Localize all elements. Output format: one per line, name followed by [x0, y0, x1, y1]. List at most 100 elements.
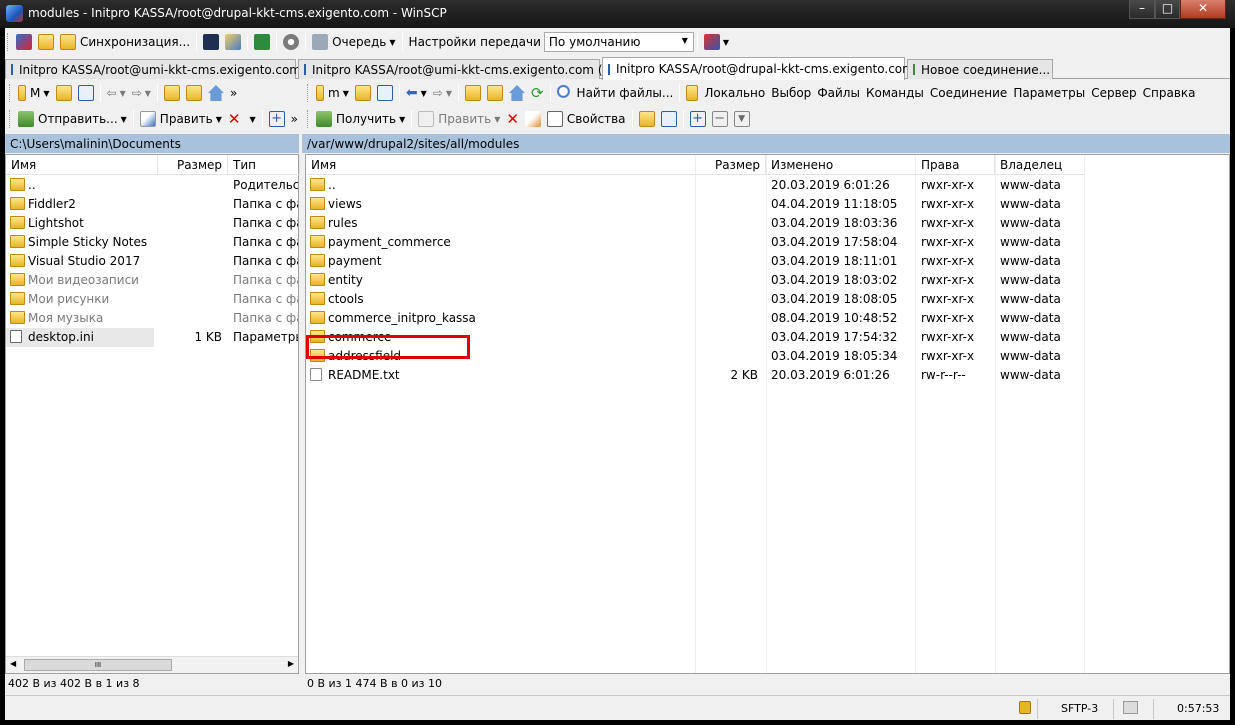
tab-session-umi[interactable]: Initpro KASSA/root@umi-kkt-cms.exigento.…: [5, 59, 301, 79]
menu-files[interactable]: Файлы: [814, 82, 863, 104]
right-col-modified[interactable]: Изменено: [766, 155, 916, 175]
putty-icon[interactable]: [222, 31, 244, 53]
right-home-icon[interactable]: [506, 82, 528, 104]
table-row[interactable]: Lightshot Папка с фа: [6, 214, 298, 233]
menu-options[interactable]: Параметры: [1010, 82, 1088, 104]
table-row[interactable]: Visual Studio 2017 Папка с фа: [6, 252, 298, 271]
file-modified: 03.04.2019 18:08:05: [771, 292, 898, 306]
tab-new-connection[interactable]: Новое соединение...: [907, 59, 1053, 79]
table-row[interactable]: desktop.ini 1 KB Параметры: [6, 328, 298, 347]
left-col-name[interactable]: Имя: [6, 155, 158, 175]
tab-session-umi-2[interactable]: Initpro KASSA/root@umi-kkt-cms.exigento.…: [298, 59, 615, 79]
left-drive-selector[interactable]: M ▼: [15, 82, 53, 104]
left-col-type[interactable]: Тип: [228, 155, 300, 175]
left-back-icon[interactable]: ⇦ ▼: [104, 82, 129, 104]
table-row[interactable]: ctools 03.04.2019 18:08:05 rwxr-xr-x www-da…: [306, 290, 1229, 309]
synchronize-button[interactable]: Синхронизация...: [57, 31, 193, 53]
left-home-icon[interactable]: [205, 82, 227, 104]
left-scroll-thumb[interactable]: III: [24, 659, 172, 671]
left-more-icon-2[interactable]: »: [288, 108, 301, 130]
right-refresh-icon[interactable]: ⟳: [528, 82, 547, 104]
monitor-icon: [304, 64, 306, 75]
refresh-icon[interactable]: [251, 31, 273, 53]
folder-icon: [310, 254, 325, 267]
table-row[interactable]: Мои рисунки Папка с фа: [6, 290, 298, 309]
upload-button[interactable]: Отправить... ▼: [15, 108, 130, 130]
transfer-settings-select[interactable]: По умолчанию ▼: [543, 32, 694, 52]
file-owner: www-data: [1000, 197, 1061, 211]
table-row[interactable]: entity 03.04.2019 18:03:02 rwxr-xr-x www-da…: [306, 271, 1229, 290]
file-type: Папка с фа: [233, 235, 298, 249]
table-row[interactable]: payment 03.04.2019 18:11:01 rwxr-xr-x www-d…: [306, 252, 1229, 271]
transfer-preset-icon[interactable]: ▼: [701, 31, 732, 53]
right-tree-icon[interactable]: [683, 82, 701, 104]
right-rename-icon[interactable]: [522, 108, 544, 130]
table-row[interactable]: Fiddler2 Папка с фа: [6, 195, 298, 214]
table-row[interactable]: payment_commerce 03.04.2019 17:58:04 rwxr-…: [306, 233, 1229, 252]
remote-file-list[interactable]: Имя Размер Изменено Права Владелец .. 20.…: [305, 154, 1230, 674]
table-row[interactable]: views 04.04.2019 11:18:05 rwxr-xr-x www-dat…: [306, 195, 1229, 214]
find-files-button[interactable]: Найти файлы...: [554, 82, 677, 104]
table-row[interactable]: README.txt 2 KB 20.03.2019 6:01:26 rw-r--r-…: [306, 366, 1229, 385]
close-button[interactable]: ✕: [1180, 0, 1226, 19]
minimize-button[interactable]: –: [1129, 0, 1155, 19]
table-row[interactable]: Simple Sticky Notes Папка с фа: [6, 233, 298, 252]
queue-button[interactable]: Очередь ▼: [309, 31, 398, 53]
right-col-name[interactable]: Имя: [306, 155, 696, 175]
left-forward-icon[interactable]: ⇨ ▼: [129, 82, 154, 104]
right-col-size[interactable]: Размер: [696, 155, 766, 175]
console-icon[interactable]: [200, 31, 222, 53]
right-new-folder-icon[interactable]: [636, 108, 658, 130]
left-parent-dir-icon[interactable]: [161, 82, 183, 104]
right-root-dir-icon[interactable]: [484, 82, 506, 104]
right-back-icon[interactable]: ⬅ ▼: [403, 82, 430, 104]
left-filter-icon[interactable]: [75, 82, 97, 104]
properties-button[interactable]: Свойства: [544, 108, 629, 130]
left-horizontal-scrollbar[interactable]: ◀ III ▶: [6, 656, 298, 673]
right-open-folder-icon[interactable]: [352, 82, 374, 104]
menu-local[interactable]: Локально: [701, 82, 768, 104]
file-type: Папка с фа: [233, 292, 298, 306]
left-new-icon[interactable]: +: [266, 108, 288, 130]
local-browse-icon[interactable]: [35, 31, 57, 53]
right-filter-select-icon[interactable]: ▼: [731, 108, 753, 130]
right-parent-dir-icon[interactable]: [462, 82, 484, 104]
left-rename-icon[interactable]: ▼: [243, 108, 258, 130]
local-file-list[interactable]: Имя Размер Тип .. Родительск Fiddler2 Папка…: [5, 154, 300, 674]
right-filter-icon[interactable]: [374, 82, 396, 104]
right-delete-icon[interactable]: ✕: [503, 108, 522, 130]
right-col-owner[interactable]: Владелец: [995, 155, 1085, 175]
table-row[interactable]: rules 03.04.2019 18:03:36 rwxr-xr-x www-dat…: [306, 214, 1229, 233]
right-edit-button[interactable]: Править ▼: [415, 108, 503, 130]
folder-icon: [10, 254, 25, 267]
right-select-all-icon[interactable]: +: [687, 108, 709, 130]
file-name: rules: [328, 216, 358, 230]
menu-commands[interactable]: Команды: [863, 82, 927, 104]
menu-select[interactable]: Выбор: [768, 82, 814, 104]
menu-help[interactable]: Справка: [1140, 82, 1199, 104]
new-session-icon[interactable]: [13, 31, 35, 53]
left-edit-button[interactable]: Править ▼: [137, 108, 225, 130]
left-delete-icon[interactable]: ✕: [225, 108, 244, 130]
menu-session[interactable]: Соединение: [927, 82, 1010, 104]
right-duplicate-icon[interactable]: [658, 108, 680, 130]
right-forward-icon[interactable]: ⇨ ▼: [430, 82, 455, 104]
maximize-button[interactable]: □: [1155, 0, 1180, 19]
menu-server[interactable]: Сервер: [1088, 82, 1139, 104]
right-unselect-icon[interactable]: −: [709, 108, 731, 130]
left-open-folder-icon[interactable]: [53, 82, 75, 104]
left-more-icon[interactable]: »: [227, 82, 240, 104]
preferences-gear-icon[interactable]: [280, 31, 302, 53]
left-root-dir-icon[interactable]: [183, 82, 205, 104]
right-drive-selector[interactable]: m ▼: [313, 82, 352, 104]
table-row[interactable]: commerce_initpro_kassa 08.04.2019 10:48:5…: [306, 309, 1229, 328]
download-button[interactable]: Получить ▼: [313, 108, 408, 130]
parent-folder-icon: [310, 178, 325, 191]
table-row[interactable]: .. Родительск: [6, 176, 298, 195]
table-row[interactable]: Мои видеозаписи Папка с фа: [6, 271, 298, 290]
left-col-size[interactable]: Размер: [158, 155, 228, 175]
table-row[interactable]: Моя музыка Папка с фа: [6, 309, 298, 328]
tab-session-drupal[interactable]: Initpro KASSA/root@drupal-kkt-cms.exigen…: [602, 57, 914, 80]
table-row[interactable]: .. 20.03.2019 6:01:26 rwxr-xr-x www-data: [306, 176, 1229, 195]
right-col-rights[interactable]: Права: [916, 155, 995, 175]
